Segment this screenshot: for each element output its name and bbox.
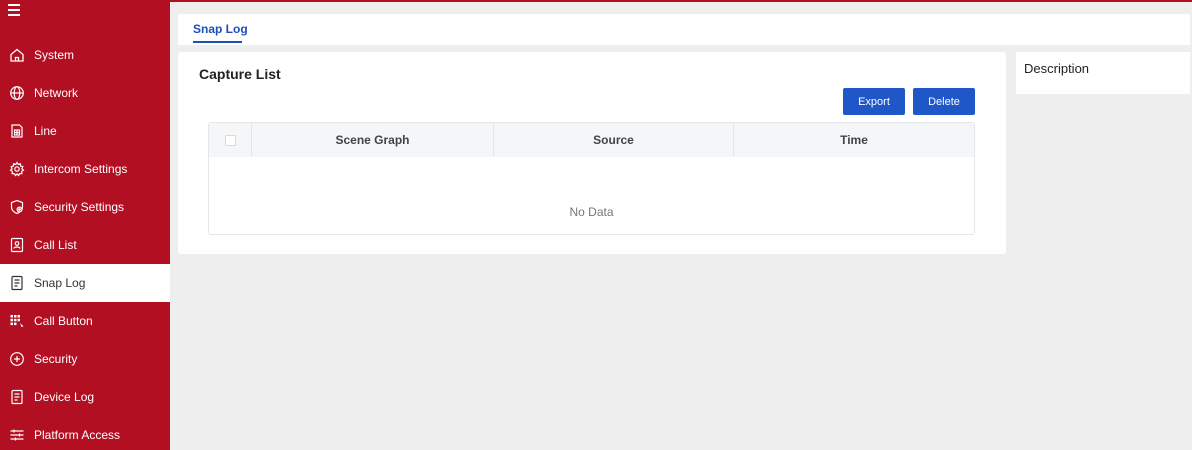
sidebar-item-label: Platform Access	[34, 428, 121, 442]
sidebar-item-label: Device Log	[34, 390, 95, 404]
sidebar-item-intercom-settings[interactable]: Intercom Settings	[0, 150, 170, 188]
globe-icon	[9, 85, 25, 101]
column-header-source[interactable]: Source	[494, 123, 734, 157]
sidebar: System Network Line Intercom Settings Se…	[0, 0, 170, 450]
header-checkbox-cell	[209, 123, 252, 157]
column-header-time[interactable]: Time	[734, 123, 974, 157]
sidebar-item-line[interactable]: Line	[0, 112, 170, 150]
keypad-icon	[9, 313, 25, 329]
select-all-checkbox[interactable]	[224, 134, 236, 146]
home-icon	[9, 47, 25, 63]
contact-card-icon	[9, 237, 25, 253]
tab-bar: Snap Log	[178, 14, 1190, 45]
sidebar-item-label: System	[34, 48, 75, 62]
delete-button[interactable]: Delete	[913, 88, 975, 115]
menu-toggle-icon[interactable]	[8, 4, 24, 18]
sidebar-item-platform-access[interactable]: Platform Access	[0, 416, 170, 450]
sidebar-item-label: Security	[34, 352, 78, 366]
gear-icon	[9, 161, 25, 177]
capture-list-panel: Capture List Export Delete Scene Graph S…	[178, 52, 1006, 254]
sidebar-item-label: Call List	[34, 238, 77, 252]
sidebar-item-snap-log[interactable]: Snap Log	[0, 264, 170, 302]
tab-snap-log[interactable]: Snap Log	[193, 22, 248, 36]
sidebar-item-label: Call Button	[34, 314, 93, 328]
sidebar-item-security[interactable]: Security	[0, 340, 170, 378]
sidebar-item-system[interactable]: System	[0, 36, 170, 74]
document-icon	[9, 389, 25, 405]
shield-plus-icon	[9, 351, 25, 367]
sidebar-item-device-log[interactable]: Device Log	[0, 378, 170, 416]
sidebar-item-call-button[interactable]: Call Button	[0, 302, 170, 340]
sidebar-item-call-list[interactable]: Call List	[0, 226, 170, 264]
capture-table: Scene Graph Source Time No Data	[208, 122, 975, 235]
description-panel: Description	[1016, 52, 1190, 94]
description-title: Description	[1024, 61, 1090, 76]
sliders-icon	[9, 427, 25, 443]
sidebar-item-label: Snap Log	[34, 276, 86, 290]
tab-active-indicator	[193, 41, 242, 43]
sidebar-item-security-settings[interactable]: Security Settings	[0, 188, 170, 226]
top-accent-line	[170, 0, 1192, 2]
sidebar-item-label: Security Settings	[34, 200, 125, 214]
table-header: Scene Graph Source Time	[209, 123, 974, 157]
sidebar-item-label: Line	[34, 124, 57, 138]
sidebar-item-network[interactable]: Network	[0, 74, 170, 112]
empty-state-text: No Data	[569, 205, 614, 219]
shield-gear-icon	[9, 199, 25, 215]
sidebar-item-label: Intercom Settings	[34, 162, 128, 176]
column-header-scene-graph[interactable]: Scene Graph	[252, 123, 494, 157]
panel-title: Capture List	[199, 66, 281, 82]
document-icon	[9, 275, 25, 291]
sidebar-item-label: Network	[34, 86, 79, 100]
sim-card-icon	[9, 123, 25, 139]
export-button[interactable]: Export	[843, 88, 905, 115]
